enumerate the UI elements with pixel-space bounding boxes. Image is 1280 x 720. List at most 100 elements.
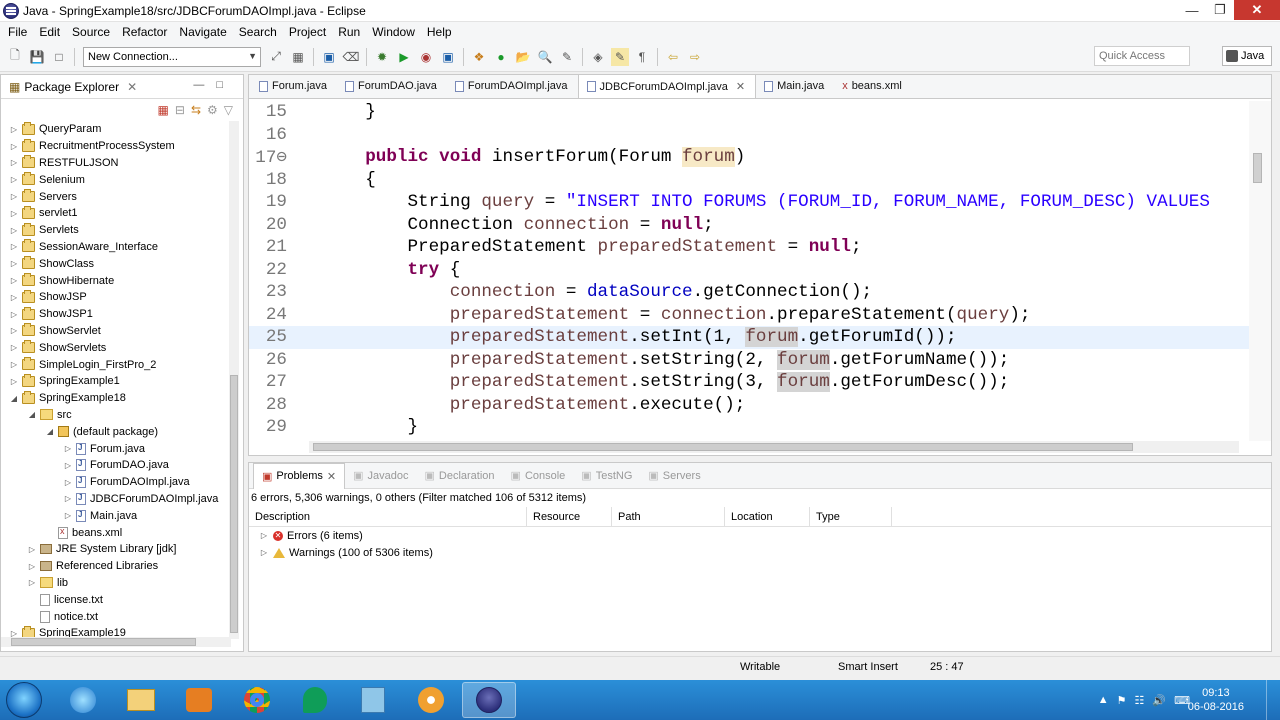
expand-arrow-icon[interactable]: ▷ [27, 578, 37, 587]
tree-item[interactable]: ▷ Selenium [1, 171, 231, 188]
expand-arrow-icon[interactable]: ▷ [9, 293, 19, 302]
expand-arrow-icon[interactable]: ▷ [9, 175, 19, 184]
tree-item[interactable]: ▷ SpringExample1 [1, 373, 231, 390]
tree-item[interactable]: ▷ ShowServlet [1, 323, 231, 340]
collapse-all-icon[interactable]: ⊟ [175, 103, 185, 117]
code-line[interactable]: 15 } [249, 101, 1249, 124]
expand-arrow-icon[interactable]: ▷ [9, 192, 19, 201]
code-line[interactable]: 27 preparedStatement.setString(3, forum.… [249, 371, 1249, 394]
code-line[interactable]: 17⊖ public void insertForum(Forum forum) [249, 146, 1249, 169]
expand-arrow-icon[interactable]: ▷ [9, 226, 19, 235]
tree-item[interactable]: ◢ SpringExample18 [1, 390, 231, 407]
editor-tab[interactable]: ForumDAOImpl.java [447, 74, 578, 98]
internet-explorer-icon[interactable] [56, 682, 110, 718]
hangouts-icon[interactable] [288, 682, 342, 718]
connection-select[interactable]: New Connection... ▼ [83, 46, 261, 67]
expand-arrow-icon[interactable]: ▷ [9, 242, 19, 251]
problem-group-errors[interactable]: ▷ ✕ Errors (6 items) [249, 527, 1271, 544]
code-line[interactable]: 16 [249, 124, 1249, 147]
editor-tab[interactable]: x beans.xml [834, 74, 912, 98]
tree-item[interactable]: ▷ SessionAware_Interface [1, 239, 231, 256]
tree-item[interactable]: ▷ RecruitmentProcessSystem [1, 138, 231, 155]
expand-arrow-icon[interactable]: ▷ [63, 511, 73, 520]
problem-group-warnings[interactable]: ▷ Warnings (100 of 5306 items) [249, 544, 1271, 561]
editor-tab[interactable]: JDBCForumDAOImpl.java ✕ [577, 74, 757, 98]
menu-item-run[interactable]: Run [332, 25, 366, 39]
code-editor[interactable]: Forum.java ForumDAO.java ForumDAOImpl.java… [248, 74, 1272, 456]
expand-arrow-icon[interactable]: ▷ [9, 276, 19, 285]
quick-access-input[interactable]: Quick Access [1094, 46, 1190, 66]
show-desktop-button[interactable] [1266, 680, 1280, 720]
tree-item[interactable]: ▷ ForumDAOImpl.java [1, 474, 231, 491]
tree-item[interactable]: ▷ ShowServlets [1, 339, 231, 356]
save-all-icon[interactable]: □ [50, 48, 68, 66]
tree-horizontal-scrollbar[interactable] [1, 637, 231, 647]
tool-icon[interactable]: ▦ [289, 48, 307, 66]
show-hidden-icons-icon[interactable]: ▲ [1098, 694, 1109, 706]
code-line[interactable]: 25 preparedStatement.setInt(1, forum.get… [249, 326, 1249, 349]
scroll-thumb[interactable] [1253, 153, 1262, 183]
coverage-icon[interactable]: ▣ [439, 48, 457, 66]
column-description[interactable]: Description [249, 507, 527, 526]
terminal-icon[interactable]: ▣ [320, 48, 338, 66]
tab-console[interactable]: ▣ Console [503, 469, 574, 483]
editor-horizontal-scrollbar[interactable] [309, 441, 1239, 453]
toggle-mark-icon[interactable]: ◈ [589, 48, 607, 66]
expand-arrow-icon[interactable]: ▷ [9, 343, 19, 352]
menu-item-edit[interactable]: Edit [33, 25, 66, 39]
expand-arrow-icon[interactable]: ▷ [9, 125, 19, 134]
link-editor-icon[interactable]: ▦ [158, 103, 169, 117]
open-type-icon[interactable]: 📂 [514, 48, 532, 66]
close-icon[interactable]: ✕ [127, 80, 137, 94]
code-line[interactable]: 21 PreparedStatement preparedStatement =… [249, 236, 1249, 259]
column-resource[interactable]: Resource [527, 507, 612, 526]
tab-problems[interactable]: ▣ Problems ✕ [253, 462, 346, 489]
chrome-icon[interactable] [230, 682, 284, 718]
menu-item-help[interactable]: Help [421, 25, 458, 39]
code-line[interactable]: 28 preparedStatement.execute(); [249, 394, 1249, 417]
snip-tool-icon[interactable] [404, 682, 458, 718]
new-class-icon[interactable]: ● [492, 48, 510, 66]
code-area[interactable]: 15 } 16 17⊖ public void insertForum(Forum … [249, 101, 1249, 441]
tree-item[interactable]: license.txt [1, 591, 231, 608]
tab-declaration[interactable]: ▣ Declaration [416, 469, 502, 483]
editor-vertical-scrollbar[interactable] [1249, 101, 1271, 441]
run-icon[interactable]: ▶ [395, 48, 413, 66]
expand-arrow-icon[interactable]: ▷ [9, 326, 19, 335]
expand-arrow-icon[interactable]: ▷ [9, 158, 19, 167]
tree-item[interactable]: ▷ SimpleLogin_FirstPro_2 [1, 356, 231, 373]
tree-vertical-scrollbar[interactable] [229, 121, 239, 639]
back-icon[interactable]: ⇦ [664, 48, 682, 66]
close-icon[interactable]: ✕ [327, 470, 336, 483]
eclipse-taskbar-icon[interactable] [462, 682, 516, 718]
menu-item-navigate[interactable]: Navigate [173, 25, 232, 39]
tree-item[interactable]: notice.txt [1, 608, 231, 625]
network-icon[interactable]: ☷ [1135, 694, 1145, 707]
tab-javadoc[interactable]: ▣ Javadoc [345, 469, 416, 483]
menu-item-project[interactable]: Project [283, 25, 332, 39]
scroll-thumb[interactable] [230, 375, 238, 633]
column-type[interactable]: Type [810, 507, 892, 526]
code-line[interactable]: 24 preparedStatement = connection.prepar… [249, 304, 1249, 327]
editor-tab[interactable]: Main.java [756, 74, 834, 98]
menu-item-source[interactable]: Source [66, 25, 116, 39]
tree-item[interactable]: ▷ ShowJSP1 [1, 306, 231, 323]
code-line[interactable]: 23 connection = dataSource.getConnection… [249, 281, 1249, 304]
code-line[interactable]: 18 { [249, 169, 1249, 192]
taskbar-clock[interactable]: 09:13 06-08-2016 [1188, 686, 1244, 714]
expand-arrow-icon[interactable]: ▷ [9, 377, 19, 386]
expand-arrow-icon[interactable]: ▷ [259, 548, 269, 557]
expand-arrow-icon[interactable]: ▷ [63, 494, 73, 503]
menu-item-search[interactable]: Search [233, 25, 283, 39]
notepad-icon[interactable] [346, 682, 400, 718]
tree-item[interactable]: ▷ ShowHibernate [1, 272, 231, 289]
expand-arrow-icon[interactable]: ▷ [9, 360, 19, 369]
code-line[interactable]: 20 Connection connection = null; [249, 214, 1249, 237]
run-external-icon[interactable]: ◉ [417, 48, 435, 66]
expand-arrow-icon[interactable]: ▷ [63, 461, 73, 470]
code-line[interactable]: 26 preparedStatement.setString(2, forum.… [249, 349, 1249, 372]
tree-item[interactable]: ▷ Referenced Libraries [1, 558, 231, 575]
tab-testng[interactable]: ▣ TestNG [573, 469, 640, 483]
code-line[interactable]: 19 String query = "INSERT INTO FORUMS (F… [249, 191, 1249, 214]
action-center-icon[interactable]: ⚑ [1117, 694, 1127, 707]
